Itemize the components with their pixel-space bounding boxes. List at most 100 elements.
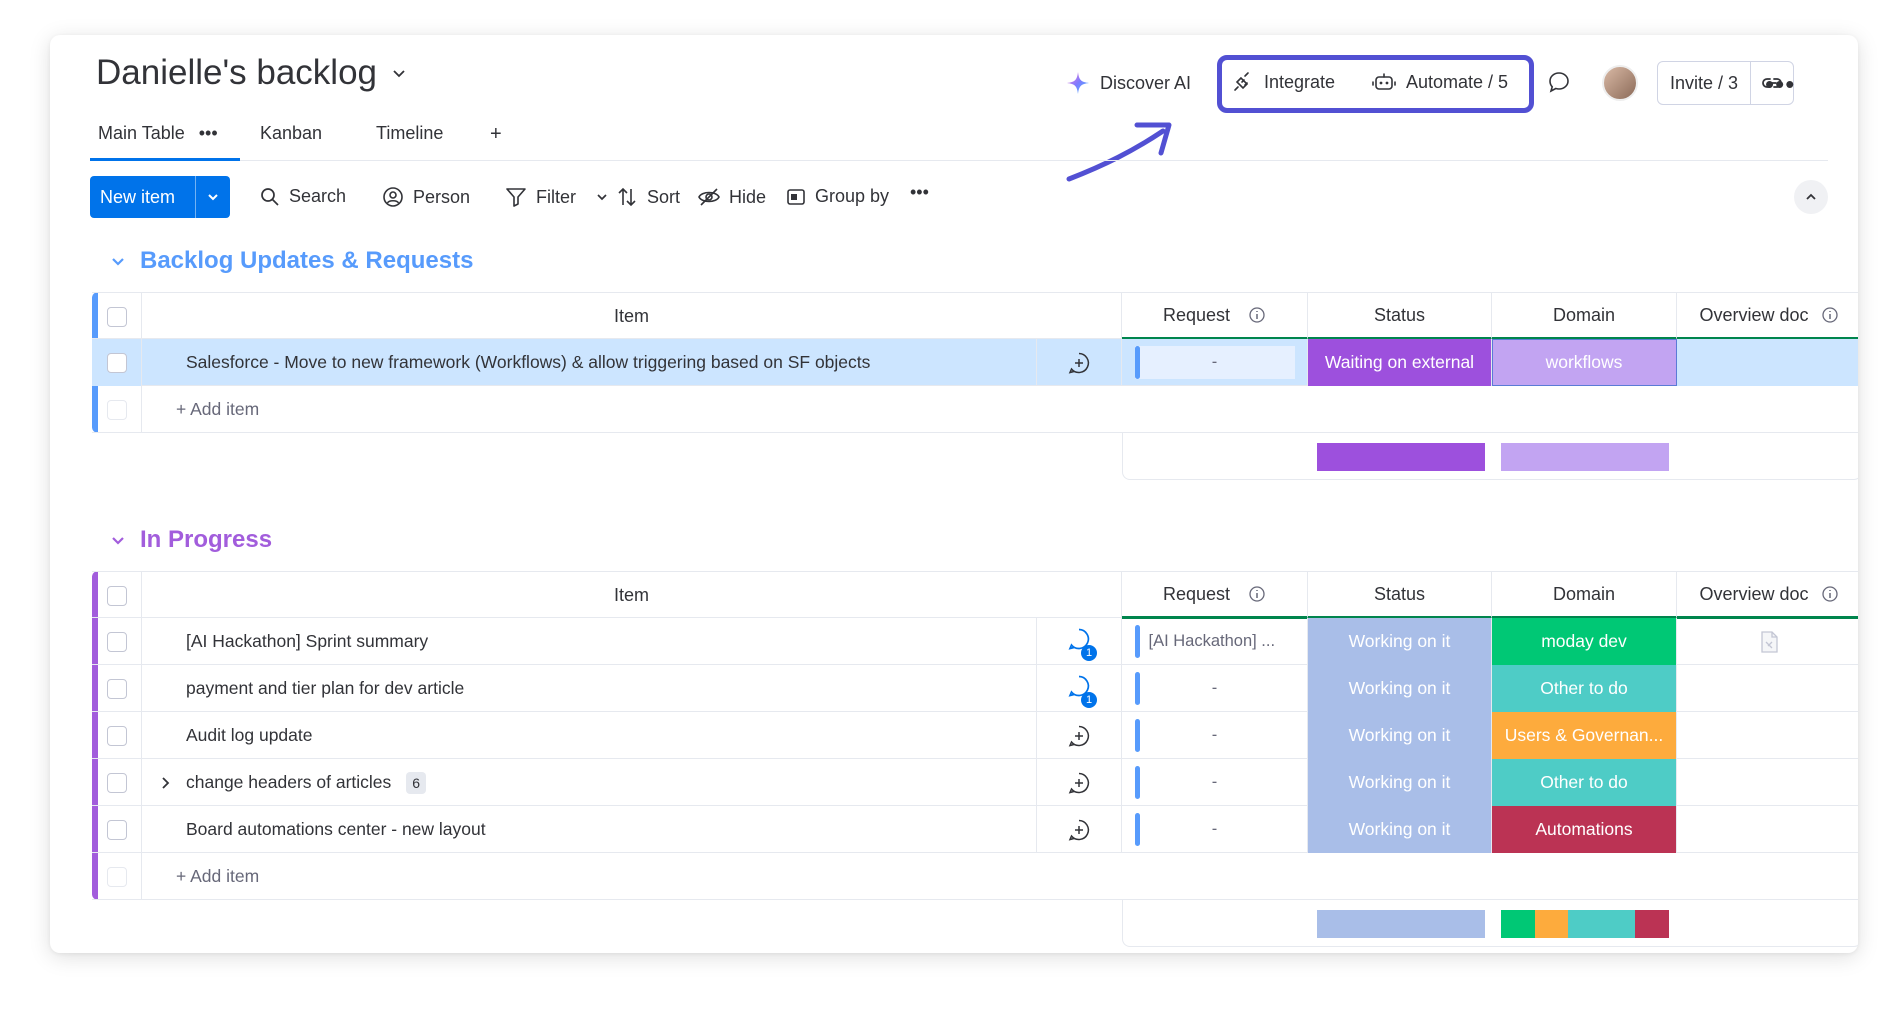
- row-select-cell[interactable]: [92, 665, 142, 712]
- item-name-cell[interactable]: Board automations center - new layout: [142, 806, 1122, 853]
- start-conversation-button[interactable]: [1036, 712, 1121, 759]
- more-options-icon[interactable]: •••: [1765, 69, 1795, 100]
- item-name-cell[interactable]: change headers of articles 6: [142, 759, 1122, 806]
- group-header-in-progress[interactable]: In Progress: [110, 526, 272, 554]
- domain-cell[interactable]: Automations: [1492, 806, 1677, 853]
- row-select-cell[interactable]: [92, 806, 142, 853]
- domain-summary-bar[interactable]: [1501, 910, 1669, 938]
- add-item-input[interactable]: + Add item: [142, 386, 1122, 433]
- add-view-plus-icon[interactable]: +: [490, 117, 502, 161]
- column-header-request[interactable]: Request: [1122, 572, 1308, 619]
- row-checkbox[interactable]: [106, 819, 127, 840]
- column-header-item[interactable]: Item: [142, 293, 1122, 340]
- item-name[interactable]: Audit log update: [142, 725, 1036, 746]
- chevron-down-icon[interactable]: [110, 253, 126, 269]
- add-item-input[interactable]: + Add item: [142, 853, 1122, 900]
- tab-main-table[interactable]: Main Table •••: [90, 117, 240, 161]
- row-checkbox[interactable]: [106, 772, 127, 793]
- row-select-cell[interactable]: [92, 339, 142, 386]
- table-row[interactable]: Board automations center - new layout - …: [92, 806, 1858, 853]
- start-conversation-button[interactable]: [1036, 759, 1121, 806]
- item-name-cell[interactable]: Audit log update: [142, 712, 1122, 759]
- domain-cell[interactable]: Other to do: [1492, 665, 1677, 712]
- tab-options-icon[interactable]: •••: [199, 123, 218, 144]
- invite-button[interactable]: Invite / 3: [1658, 62, 1752, 104]
- domain-summary-bar[interactable]: [1501, 443, 1669, 471]
- column-header-status[interactable]: Status: [1308, 293, 1492, 340]
- row-checkbox[interactable]: [106, 631, 127, 652]
- hide-button[interactable]: Hide: [698, 186, 766, 208]
- overview-doc-cell[interactable]: [1677, 665, 1858, 712]
- info-icon[interactable]: [1248, 585, 1266, 603]
- file-icon[interactable]: [1759, 630, 1779, 654]
- status-summary-bar[interactable]: [1317, 443, 1485, 471]
- more-toolbar-icon[interactable]: •••: [910, 182, 929, 203]
- column-header-request[interactable]: Request: [1122, 293, 1308, 340]
- column-header-overview-doc[interactable]: Overview doc: [1677, 572, 1858, 619]
- person-filter-button[interactable]: Person: [382, 186, 470, 208]
- column-header-item[interactable]: Item: [142, 572, 1122, 619]
- item-name[interactable]: payment and tier plan for dev article: [142, 678, 1036, 699]
- status-cell[interactable]: Working on it: [1308, 712, 1492, 759]
- new-item-dropdown[interactable]: [196, 190, 230, 204]
- status-cell[interactable]: Working on it: [1308, 806, 1492, 853]
- row-checkbox[interactable]: [106, 678, 127, 699]
- status-cell[interactable]: Working on it: [1308, 759, 1492, 806]
- subitems-count[interactable]: 6: [406, 771, 427, 794]
- select-all-cell[interactable]: [92, 572, 142, 619]
- table-row[interactable]: Audit log update - Working on it Users &…: [92, 712, 1858, 759]
- chevron-right-icon[interactable]: [158, 776, 172, 790]
- row-checkbox[interactable]: [106, 725, 127, 746]
- table-row[interactable]: [AI Hackathon] Sprint summary 1 [AI Hack…: [92, 618, 1858, 665]
- search-button[interactable]: Search: [260, 186, 346, 207]
- tab-timeline[interactable]: Timeline: [376, 117, 443, 161]
- chevron-down-icon[interactable]: [110, 532, 126, 548]
- start-conversation-button[interactable]: [1036, 339, 1121, 386]
- collapse-header-button[interactable]: [1794, 180, 1828, 214]
- overview-doc-cell[interactable]: [1677, 712, 1858, 759]
- updates-chat-button[interactable]: [1547, 70, 1571, 99]
- status-summary-bar[interactable]: [1317, 910, 1485, 938]
- domain-cell[interactable]: Other to do: [1492, 759, 1677, 806]
- status-cell[interactable]: Working on it: [1308, 618, 1492, 665]
- domain-cell[interactable]: workflows: [1492, 339, 1677, 386]
- column-header-overview-doc[interactable]: Overview doc: [1677, 293, 1858, 340]
- overview-doc-cell[interactable]: [1677, 618, 1858, 665]
- request-cell[interactable]: -: [1122, 665, 1308, 712]
- info-icon[interactable]: [1821, 306, 1839, 324]
- open-updates-button[interactable]: 1: [1036, 665, 1121, 712]
- item-name[interactable]: [AI Hackathon] Sprint summary: [142, 631, 1036, 652]
- user-avatar[interactable]: [1602, 65, 1638, 101]
- item-name[interactable]: Board automations center - new layout: [142, 819, 1036, 840]
- status-cell[interactable]: Waiting on external: [1308, 339, 1492, 386]
- group-title[interactable]: In Progress: [140, 526, 272, 554]
- request-cell[interactable]: -: [1122, 759, 1308, 806]
- group-by-button[interactable]: Group by: [786, 186, 889, 207]
- info-icon[interactable]: [1821, 585, 1839, 603]
- request-cell[interactable]: -: [1122, 712, 1308, 759]
- row-select-cell[interactable]: [92, 618, 142, 665]
- request-cell[interactable]: -: [1122, 339, 1308, 386]
- add-item-row[interactable]: + Add item: [92, 386, 1858, 433]
- add-item-row[interactable]: + Add item: [92, 853, 1858, 900]
- column-header-domain[interactable]: Domain: [1492, 572, 1677, 619]
- select-all-checkbox[interactable]: [106, 306, 127, 327]
- table-row[interactable]: payment and tier plan for dev article 1 …: [92, 665, 1858, 712]
- item-name-cell[interactable]: [AI Hackathon] Sprint summary 1: [142, 618, 1122, 665]
- table-row[interactable]: change headers of articles 6 - Working o…: [92, 759, 1858, 806]
- overview-doc-cell[interactable]: [1677, 759, 1858, 806]
- select-all-checkbox[interactable]: [106, 585, 127, 606]
- status-cell[interactable]: Working on it: [1308, 665, 1492, 712]
- chevron-down-icon[interactable]: [595, 190, 609, 204]
- group-title[interactable]: Backlog Updates & Requests: [140, 247, 473, 275]
- filter-button[interactable]: Filter: [505, 186, 609, 208]
- integrate-button[interactable]: Integrate: [1232, 71, 1335, 93]
- column-header-domain[interactable]: Domain: [1492, 293, 1677, 340]
- select-all-cell[interactable]: [92, 293, 142, 340]
- table-row[interactable]: Salesforce - Move to new framework (Work…: [92, 339, 1858, 386]
- new-item-button[interactable]: New item: [90, 176, 230, 218]
- domain-cell[interactable]: Users & Governan...: [1492, 712, 1677, 759]
- request-cell[interactable]: [AI Hackathon] ...: [1122, 618, 1308, 665]
- automate-button[interactable]: Automate / 5: [1372, 71, 1508, 93]
- item-name[interactable]: change headers of articles: [186, 772, 391, 792]
